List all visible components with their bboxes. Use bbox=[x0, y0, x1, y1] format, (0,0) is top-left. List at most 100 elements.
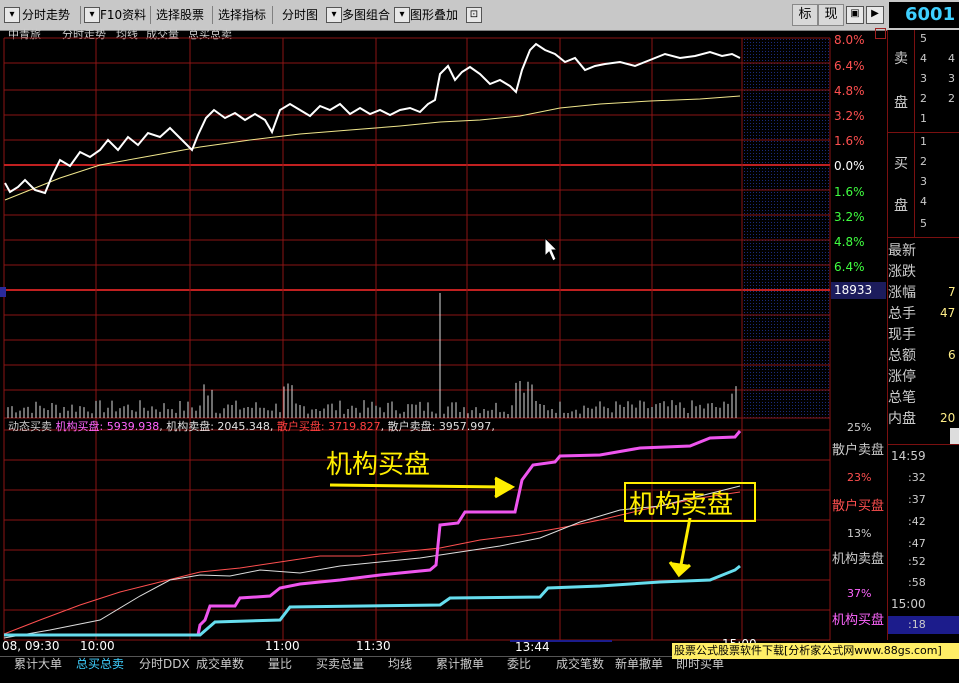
pct-label: 3.2% bbox=[834, 109, 865, 123]
indicator-title: 动态买卖 bbox=[8, 420, 52, 433]
lock-icon[interactable]: ⊡ bbox=[466, 7, 482, 23]
tb-f10[interactable]: F10资料 bbox=[100, 5, 146, 25]
tick-selected-row[interactable]: :18 bbox=[888, 616, 959, 634]
ind-axis-label: 机构买盘 bbox=[832, 613, 885, 628]
after-hours-area bbox=[742, 38, 830, 418]
ind-value: 3719.827 bbox=[328, 420, 381, 433]
bottom-tab[interactable]: 成交笔数 bbox=[556, 657, 604, 672]
tick-time: :42 bbox=[908, 515, 926, 528]
tb-select-stock[interactable]: 选择股票 bbox=[156, 5, 204, 25]
sell-level: 3 bbox=[920, 72, 927, 85]
volume-bars bbox=[7, 293, 737, 418]
annotation-inst-sell: 机构卖盘 bbox=[629, 490, 734, 520]
next-icon[interactable]: ▶ bbox=[866, 6, 884, 24]
sell-label: 盘 bbox=[894, 95, 908, 111]
tb-fenshi[interactable]: 分时走势 bbox=[22, 5, 70, 25]
bottom-tab[interactable]: 成交单数 bbox=[196, 657, 244, 672]
panel-scroll-thumb[interactable] bbox=[950, 428, 959, 444]
quote-label: 内盘 bbox=[888, 411, 916, 427]
bottom-tab[interactable]: 累计大单 bbox=[14, 657, 62, 672]
tick-close-time: 15:00 bbox=[891, 597, 926, 611]
intraday-chart bbox=[0, 37, 886, 642]
tick-time: :32 bbox=[908, 471, 926, 484]
sell-section: 卖 盘 5 4 3 2 1 4 3 2 bbox=[888, 30, 959, 133]
mouse-cursor-icon bbox=[544, 236, 559, 262]
quote-value: 6 bbox=[948, 348, 956, 362]
pct-label-zero: 0.0% bbox=[834, 159, 865, 173]
buy-section: 买 盘 1 2 3 4 5 bbox=[888, 133, 959, 238]
ind-value: 5939.938 bbox=[106, 420, 160, 433]
bottom-tab[interactable]: 累计撤单 bbox=[436, 657, 484, 672]
tick-time: :58 bbox=[908, 576, 926, 589]
menu-icon[interactable]: ▾ bbox=[326, 7, 342, 23]
quote-label: 总手 bbox=[888, 306, 916, 322]
tb-multi-chart[interactable]: 多图组合 bbox=[342, 5, 390, 25]
pct-label: 4.8% bbox=[834, 84, 865, 98]
quote-label: 涨停 bbox=[888, 369, 916, 385]
ind-value: 3957.997 bbox=[438, 420, 492, 433]
bottom-tab[interactable]: 均线 bbox=[388, 657, 412, 672]
pct-label: 6.4% bbox=[834, 59, 865, 73]
bottom-tab-active[interactable]: 总买总卖 bbox=[76, 657, 124, 672]
ad-banner[interactable]: 股票公式股票软件下载[分析家公式网www.88gs.com] bbox=[672, 643, 959, 659]
pct-label: 1.6% bbox=[834, 185, 865, 199]
quote-panel: 卖 盘 5 4 3 2 1 4 3 2 买 盘 1 2 3 4 5 最新 涨跌 … bbox=[887, 30, 959, 640]
buy-level: 3 bbox=[920, 175, 927, 188]
bottom-tab-bar: 累计大单 总买总卖 分时DDX 成交单数 量比 买卖总量 均线 累计撤单 委比 … bbox=[0, 656, 959, 683]
sell-value: 3 bbox=[948, 72, 955, 85]
tick-time: :37 bbox=[908, 493, 926, 506]
quote-label: 涨跌 bbox=[888, 264, 916, 280]
bottom-tab[interactable]: 买卖总量 bbox=[316, 657, 364, 672]
sell-level: 2 bbox=[920, 92, 927, 105]
quote-label: 总额 bbox=[888, 348, 916, 364]
menu-icon[interactable]: ▾ bbox=[394, 7, 410, 23]
buy-level: 5 bbox=[920, 217, 927, 230]
sell-level: 5 bbox=[920, 32, 927, 45]
price-line bbox=[4, 42, 741, 195]
quote-value: 20 bbox=[940, 411, 956, 425]
bottom-tab[interactable]: 新单撤单 bbox=[615, 657, 663, 672]
chart-grid bbox=[3, 37, 831, 641]
buy-level: 2 bbox=[920, 155, 927, 168]
buy-level: 4 bbox=[920, 195, 927, 208]
ind-pct: 37% bbox=[847, 587, 872, 600]
buy-label: 买 bbox=[894, 156, 908, 172]
biao-button[interactable]: 标 bbox=[792, 4, 818, 26]
pct-label: 3.2% bbox=[834, 210, 865, 224]
time-label: 11:30 bbox=[356, 639, 391, 653]
bottom-tab[interactable]: 量比 bbox=[268, 657, 292, 672]
menu-icon[interactable]: ▾ bbox=[84, 7, 100, 23]
menu-icon[interactable]: ▾ bbox=[4, 7, 20, 23]
minimize-icon[interactable] bbox=[875, 28, 886, 39]
tb-fenshitu[interactable]: 分时图 bbox=[282, 5, 318, 25]
tick-time-header: 14:59 bbox=[891, 449, 926, 463]
quote-label: 涨幅 bbox=[888, 285, 916, 301]
window-icon[interactable]: ▣ bbox=[846, 6, 864, 24]
toolbar-divider bbox=[80, 6, 81, 24]
stock-code: 6001 bbox=[889, 2, 959, 28]
sell-value: 4 bbox=[948, 52, 955, 65]
time-label: 10:00 bbox=[80, 639, 115, 653]
toolbar-divider bbox=[272, 6, 273, 24]
time-cursor-label: 13:44 bbox=[515, 640, 550, 654]
indicator-title-line: 动态买卖 机构买盘: 5939.938, 机构卖盘: 2045.348, 散户买… bbox=[8, 420, 495, 433]
ind-pct: 25% bbox=[847, 421, 872, 434]
tb-overlay[interactable]: 图形叠加 bbox=[410, 5, 458, 25]
bottom-tab[interactable]: 分时DDX bbox=[139, 657, 190, 672]
quote-label: 现手 bbox=[888, 327, 916, 343]
inst-buy-line bbox=[190, 430, 742, 637]
buy-level: 1 bbox=[920, 135, 927, 148]
quote-label: 总笔 bbox=[888, 390, 916, 406]
quote-label: 最新 bbox=[888, 243, 916, 259]
xian-button[interactable]: 现 bbox=[818, 4, 844, 26]
ind-axis-label: 机构卖盘 bbox=[832, 552, 885, 567]
ind-label: 机构买盘 bbox=[55, 420, 100, 433]
buy-label: 盘 bbox=[894, 198, 908, 214]
bottom-tab[interactable]: 即时买单 bbox=[676, 657, 724, 672]
quote-value: 7 bbox=[948, 285, 956, 299]
sell-label: 卖 bbox=[894, 51, 908, 67]
pct-label: 4.8% bbox=[834, 235, 865, 249]
tb-select-indicator[interactable]: 选择指标 bbox=[218, 5, 266, 25]
toolbar-divider bbox=[212, 6, 213, 24]
bottom-tab[interactable]: 委比 bbox=[507, 657, 531, 672]
